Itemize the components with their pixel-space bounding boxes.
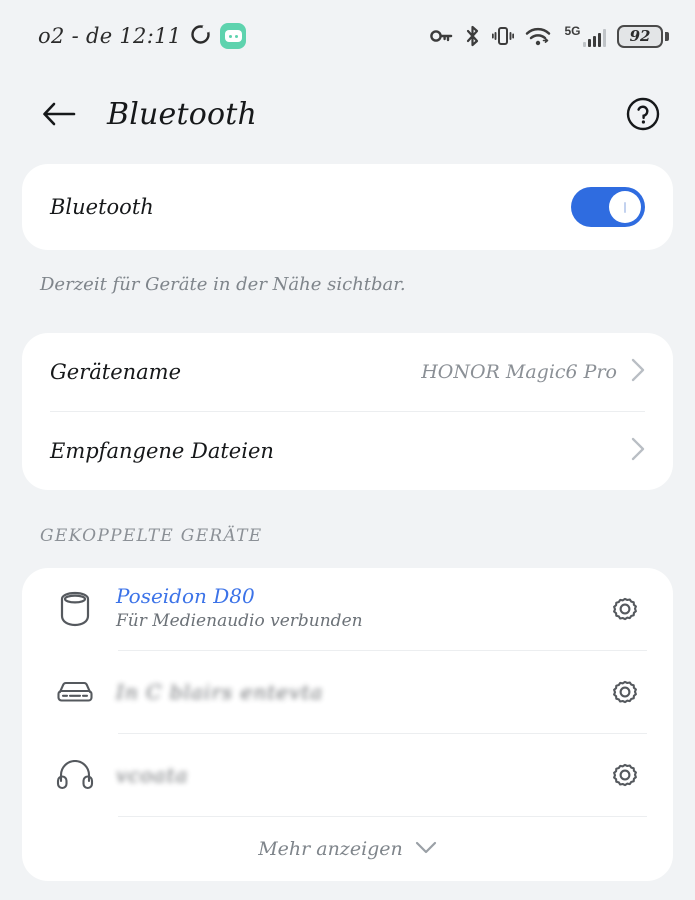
device-status: Für Medienaudio verbunden — [116, 611, 363, 632]
list-item[interactable]: vcoata — [22, 734, 673, 816]
status-bar-right: 5G 92 — [430, 24, 669, 48]
bluetooth-icon — [464, 25, 481, 47]
signal-bars-icon — [582, 27, 606, 47]
gear-icon[interactable] — [603, 587, 647, 631]
status-bar-left: o2 - de 12:11 — [38, 23, 247, 49]
received-files-label: Empfangene Dateien — [50, 439, 274, 463]
device-name: Poseidon D80 — [116, 584, 255, 609]
vibrate-icon — [492, 25, 515, 47]
help-button[interactable] — [621, 92, 665, 136]
chevron-right-icon — [631, 437, 645, 465]
network-type-label: 5G — [564, 24, 581, 38]
show-more-label: Mehr anzeigen — [258, 838, 403, 860]
page-title: Bluetooth — [107, 96, 258, 132]
bluetooth-settings-screen: o2 - de 12:11 5G 92 Bluetooth Bluetooth … — [0, 0, 695, 900]
key-icon — [430, 27, 453, 45]
carrier-and-time: o2 - de 12:11 — [38, 24, 182, 48]
list-item-text: Poseidon D80 Für Medienaudio verbunden — [116, 584, 591, 634]
list-item-text: vcoata — [116, 763, 591, 787]
car-icon — [52, 678, 98, 706]
back-button[interactable] — [38, 93, 80, 135]
visibility-hint: Derzeit für Geräte in der Nähe sichtbar. — [40, 274, 406, 295]
chat-bubble-badge-icon — [220, 23, 247, 49]
cellular-signal-indicator: 5G — [562, 25, 606, 47]
device-name-row[interactable]: Gerätename HONOR Magic6 Pro — [22, 333, 673, 411]
speaker-icon — [52, 589, 98, 629]
wifi-icon — [525, 26, 551, 47]
list-item[interactable]: In C blairs entevta — [22, 651, 673, 733]
device-settings-card: Gerätename HONOR Magic6 Pro Empfangene D… — [22, 333, 673, 490]
device-name-label: Gerätename — [50, 360, 182, 384]
app-bar: Bluetooth — [0, 72, 695, 156]
circle-outline-icon — [190, 24, 211, 49]
bluetooth-label: Bluetooth — [50, 195, 154, 219]
gear-icon[interactable] — [603, 753, 647, 797]
battery-level-label: 92 — [629, 26, 651, 45]
list-item[interactable]: Poseidon D80 Für Medienaudio verbunden — [22, 568, 673, 650]
show-more-button[interactable]: Mehr anzeigen — [22, 817, 673, 881]
headphones-icon — [52, 760, 98, 790]
received-files-row[interactable]: Empfangene Dateien — [22, 412, 673, 490]
bluetooth-toggle-row[interactable]: Bluetooth — [22, 164, 673, 250]
status-bar: o2 - de 12:11 5G 92 — [0, 0, 695, 72]
paired-devices-card: Poseidon D80 Für Medienaudio verbunden I… — [22, 568, 673, 881]
bluetooth-toggle-switch[interactable] — [571, 187, 645, 227]
device-name: In C blairs entevta — [116, 680, 324, 704]
paired-devices-section-title: GEKOPPELTE GERÄTE — [40, 526, 263, 546]
chevron-right-icon — [631, 358, 645, 386]
chevron-down-icon — [415, 840, 437, 859]
bluetooth-toggle-card: Bluetooth — [22, 164, 673, 250]
device-name: vcoata — [116, 763, 189, 787]
device-name-value: HONOR Magic6 Pro — [421, 361, 617, 383]
list-item-text: In C blairs entevta — [116, 680, 591, 704]
gear-icon[interactable] — [603, 670, 647, 714]
battery-indicator: 92 — [617, 24, 669, 48]
